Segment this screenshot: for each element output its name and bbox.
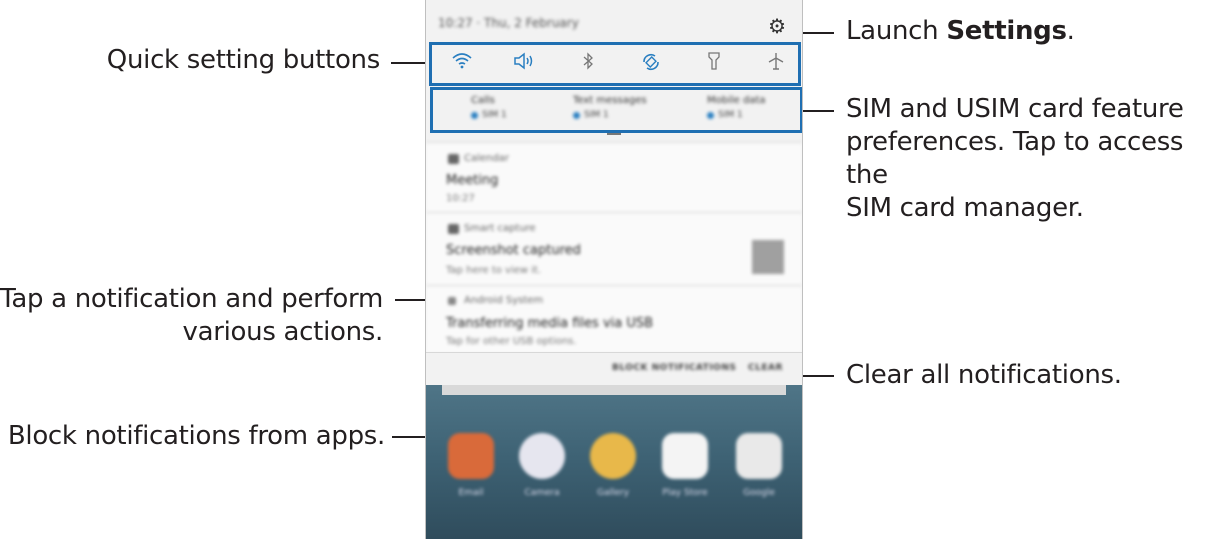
screenshot-thumbnail bbox=[752, 240, 784, 274]
settings-word: Settings bbox=[946, 16, 1067, 46]
notification-card[interactable]: Android System Transferring media files … bbox=[426, 285, 802, 353]
notification-app: Android System bbox=[464, 295, 544, 306]
airplane-mode-icon[interactable] bbox=[762, 51, 790, 77]
launch-prefix: Launch bbox=[846, 16, 947, 46]
notification-card[interactable]: Calendar Meeting 10:27 bbox=[426, 142, 802, 213]
bluetooth-icon[interactable] bbox=[574, 51, 602, 77]
notification-card[interactable]: Smart capture Screenshot captured Tap he… bbox=[426, 212, 802, 286]
notification-app: Calendar bbox=[464, 153, 509, 164]
gallery-app-icon[interactable] bbox=[590, 433, 636, 479]
notification-title: Meeting bbox=[446, 173, 499, 188]
gear-icon[interactable]: ⚙ bbox=[768, 14, 786, 38]
tap-notification-callout: Tap a notification and perform various a… bbox=[0, 283, 383, 349]
app-label: Google bbox=[743, 488, 775, 498]
sound-icon[interactable] bbox=[510, 51, 538, 77]
sim-line3: SIM card manager. bbox=[846, 193, 1084, 223]
notification-subtitle: Tap here to view it. bbox=[446, 265, 542, 276]
sim-icon bbox=[573, 111, 580, 119]
block-notifications-button[interactable]: BLOCK NOTIFICATIONS bbox=[612, 363, 736, 373]
sim-pref-value: SIM 1 bbox=[482, 110, 507, 120]
clear-button[interactable]: CLEAR bbox=[748, 363, 783, 373]
sim-icon bbox=[471, 111, 478, 119]
sim-pref-calls[interactable]: Calls SIM 1 bbox=[471, 95, 571, 120]
clear-all-callout: Clear all notifications. bbox=[846, 360, 1122, 390]
app-label: Email bbox=[458, 488, 484, 498]
calendar-icon bbox=[448, 154, 459, 164]
play-store-app-icon[interactable] bbox=[662, 433, 708, 479]
camera-app-icon[interactable] bbox=[519, 433, 565, 479]
quick-settings-bar bbox=[429, 42, 801, 86]
usb-icon bbox=[448, 297, 456, 305]
status-time: 10:27 · Thu, 2 February bbox=[438, 16, 579, 30]
tap-notification-line2: various actions. bbox=[182, 317, 384, 347]
auto-rotate-icon[interactable] bbox=[637, 51, 665, 77]
sim-icon bbox=[707, 111, 714, 119]
launch-settings-callout: Launch Settings. bbox=[846, 15, 1216, 48]
sim-line2: preferences. Tap to access the bbox=[846, 127, 1184, 190]
wifi-icon[interactable] bbox=[448, 51, 476, 77]
panel-status-bar: 10:27 · Thu, 2 February ⚙ bbox=[426, 10, 802, 40]
sim-pref-value: SIM 1 bbox=[718, 110, 743, 120]
notification-panel: 10:27 · Thu, 2 February ⚙ Calls SIM 1 Te… bbox=[425, 0, 803, 539]
tap-notification-line1: Tap a notification and perform bbox=[0, 284, 383, 314]
home-screen-widget-strip bbox=[442, 385, 786, 395]
notification-title: Screenshot captured bbox=[446, 243, 581, 258]
email-app-icon[interactable] bbox=[448, 433, 494, 479]
sim-pref-title: Mobile data bbox=[707, 95, 766, 106]
block-notifications-callout: Block notifications from apps. bbox=[7, 421, 385, 451]
panel-drag-handle[interactable] bbox=[607, 133, 621, 135]
sim-prefs-callout: SIM and USIM card feature preferences. T… bbox=[846, 93, 1223, 225]
sim-pref-value: SIM 1 bbox=[584, 110, 609, 120]
quick-settings-leader bbox=[391, 62, 428, 64]
notification-app: Smart capture bbox=[464, 223, 536, 234]
google-folder-icon[interactable] bbox=[736, 433, 782, 479]
notification-subtitle: Tap for other USB options. bbox=[446, 336, 577, 347]
launch-suffix: . bbox=[1066, 16, 1075, 46]
notification-subtitle: 10:27 bbox=[446, 193, 475, 204]
app-label: Play Store bbox=[662, 488, 708, 498]
sim-pref-text-messages[interactable]: Text messages SIM 1 bbox=[573, 95, 673, 120]
sim-pref-mobile-data[interactable]: Mobile data SIM 1 bbox=[707, 95, 802, 120]
notification-title: Transferring media files via USB bbox=[446, 316, 654, 331]
sim-prefs-leader bbox=[800, 110, 834, 112]
app-label: Gallery bbox=[596, 488, 630, 498]
sim-pref-title: Text messages bbox=[573, 95, 647, 106]
sim-preferences-bar[interactable]: Calls SIM 1 Text messages SIM 1 Mobile d… bbox=[430, 87, 802, 133]
sim-pref-title: Calls bbox=[471, 95, 495, 106]
image-icon bbox=[448, 224, 459, 234]
quick-settings-callout: Quick setting buttons bbox=[106, 45, 381, 75]
sim-line1: SIM and USIM card feature bbox=[846, 94, 1184, 124]
app-label: Camera bbox=[524, 488, 560, 498]
flashlight-icon[interactable] bbox=[700, 51, 728, 77]
notification-actions-bar: BLOCK NOTIFICATIONS CLEAR bbox=[426, 352, 802, 385]
